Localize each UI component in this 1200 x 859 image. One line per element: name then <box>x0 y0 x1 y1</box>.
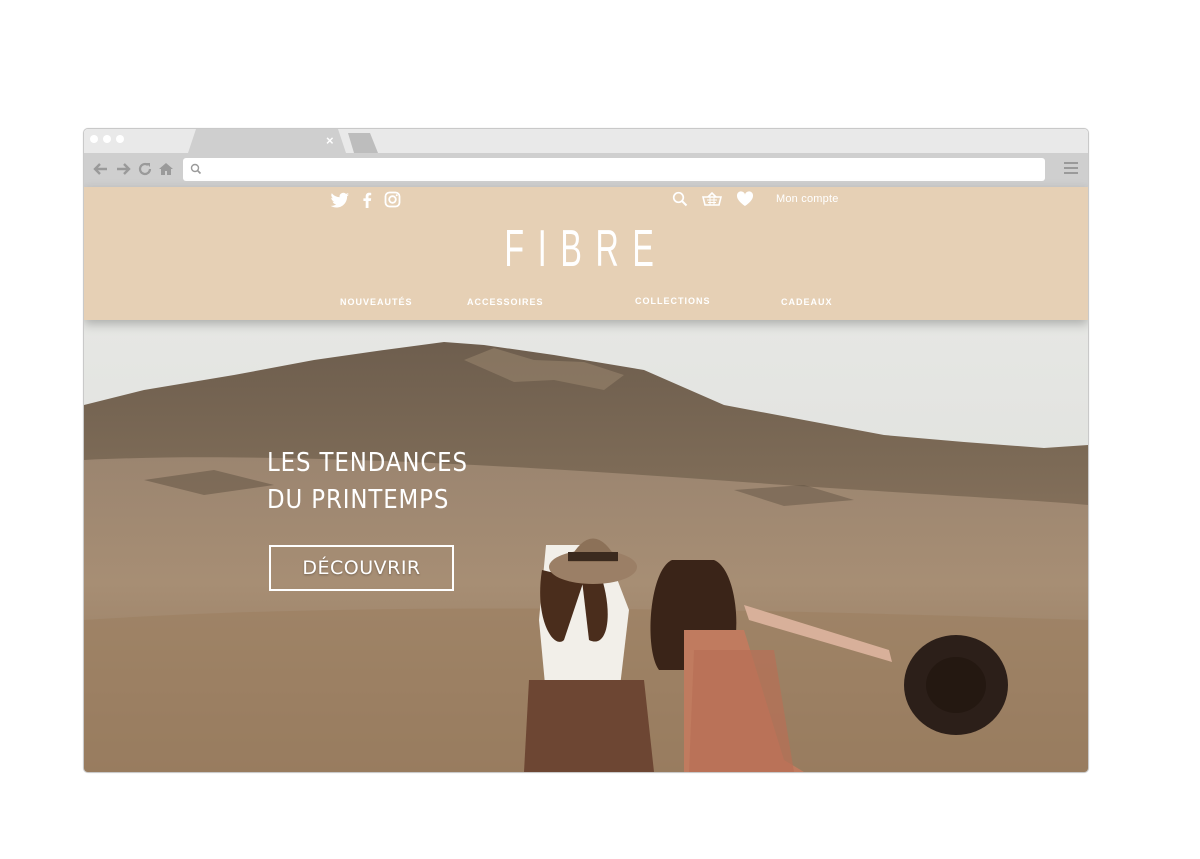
site-header: Mon compte FIBRE NOUVEAUTÉS ACCESSOIRES … <box>84 187 1088 320</box>
hero-title: LES TENDANCES DU PRINTEMPS <box>267 445 468 519</box>
nav-link-accessoires[interactable]: ACCESSOIRES <box>467 297 544 307</box>
nav-link-cadeaux[interactable]: CADEAUX <box>781 297 833 307</box>
site-logo[interactable]: FIBRE <box>275 219 897 279</box>
search-icon[interactable] <box>672 191 688 207</box>
reload-icon[interactable] <box>136 160 154 178</box>
nav-link-nouveautes[interactable]: NOUVEAUTÉS <box>340 297 413 307</box>
main-navigation: NOUVEAUTÉS ACCESSOIRES COLLECTIONS CADEA… <box>84 296 1088 311</box>
tab-close-icon[interactable]: × <box>326 133 334 149</box>
discover-button[interactable]: DÉCOUVRIR <box>269 545 454 591</box>
account-link[interactable]: Mon compte <box>776 193 839 205</box>
twitter-icon[interactable] <box>330 192 350 208</box>
social-links <box>330 191 401 208</box>
address-bar[interactable] <box>183 158 1045 181</box>
tab-strip: × <box>84 129 1088 153</box>
hero-image <box>84 320 1088 772</box>
window-controls[interactable] <box>90 135 124 143</box>
browser-toolbar <box>84 153 1088 187</box>
hero-title-line1: LES TENDANCES <box>267 448 468 478</box>
instagram-icon[interactable] <box>384 191 401 208</box>
facebook-icon[interactable] <box>362 192 372 208</box>
nav-link-collections[interactable]: COLLECTIONS <box>635 296 711 306</box>
window-maximize-dot[interactable] <box>116 135 124 143</box>
basket-icon[interactable] <box>702 191 722 207</box>
window-minimize-dot[interactable] <box>103 135 111 143</box>
arrow-left-icon[interactable] <box>92 160 110 178</box>
heart-icon[interactable] <box>736 191 754 207</box>
hero-banner: LES TENDANCES DU PRINTEMPS DÉCOUVRIR <box>84 320 1088 772</box>
browser-window: × Mon compte FIBRE NOUVEAUTÉS ACCESSOIRE… <box>83 128 1089 773</box>
user-utilities: Mon compte <box>672 191 839 207</box>
window-close-dot[interactable] <box>90 135 98 143</box>
search-icon <box>190 163 202 175</box>
browser-tab[interactable] <box>188 129 346 153</box>
new-tab-button[interactable] <box>348 133 378 153</box>
arrow-right-icon[interactable] <box>114 160 132 178</box>
hero-title-line2: DU PRINTEMPS <box>267 485 450 515</box>
home-icon[interactable] <box>157 160 175 178</box>
hamburger-menu-icon[interactable] <box>1064 162 1078 177</box>
